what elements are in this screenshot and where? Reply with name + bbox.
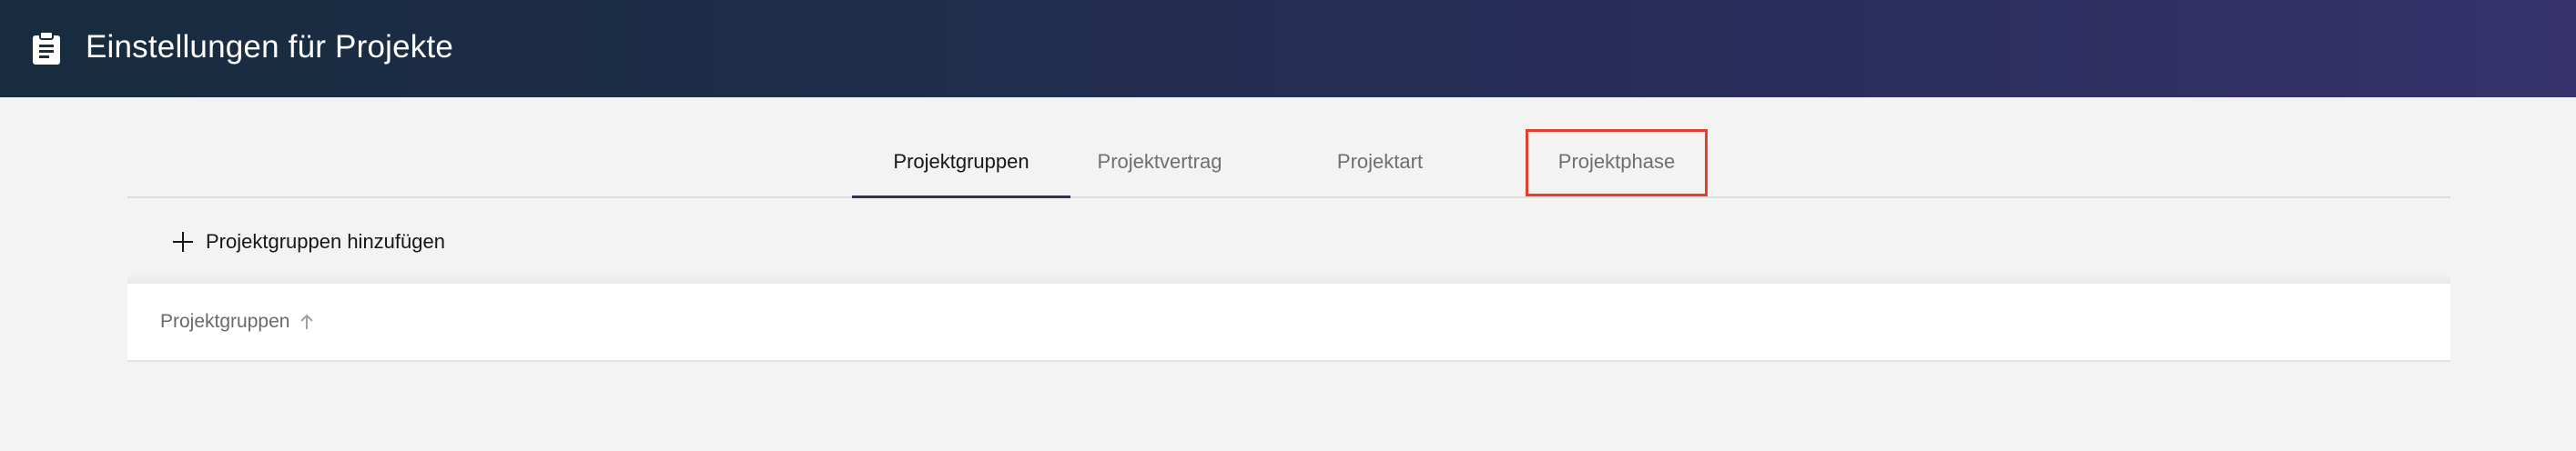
add-button-label: Projektgruppen hinzufügen [206, 230, 445, 253]
plus-icon [173, 232, 193, 252]
tab-bar: Projektgruppen Projektvertrag Projektart… [127, 127, 2450, 198]
projektgruppen-table: Projektgruppen [127, 284, 2450, 362]
tab-projektart[interactable]: Projektart [1307, 127, 1453, 196]
arrow-up-icon [300, 314, 314, 329]
column-header-label: Projektgruppen [160, 311, 290, 332]
tab-projektvertrag[interactable]: Projektvertrag [1087, 127, 1232, 196]
column-header-projektgruppen[interactable]: Projektgruppen [160, 284, 315, 360]
tab-projektgruppen[interactable]: Projektgruppen [852, 127, 1070, 198]
page-title: Einstellungen für Projekte [86, 29, 454, 65]
tab-projektphase[interactable]: Projektphase [1526, 127, 1708, 196]
clipboard-icon [33, 31, 60, 65]
page: Einstellungen für Projekte Projektgruppe… [0, 0, 2576, 451]
add-projektgruppe-button[interactable]: Projektgruppen hinzufügen [173, 223, 445, 261]
app-header: Einstellungen für Projekte [0, 0, 2576, 97]
